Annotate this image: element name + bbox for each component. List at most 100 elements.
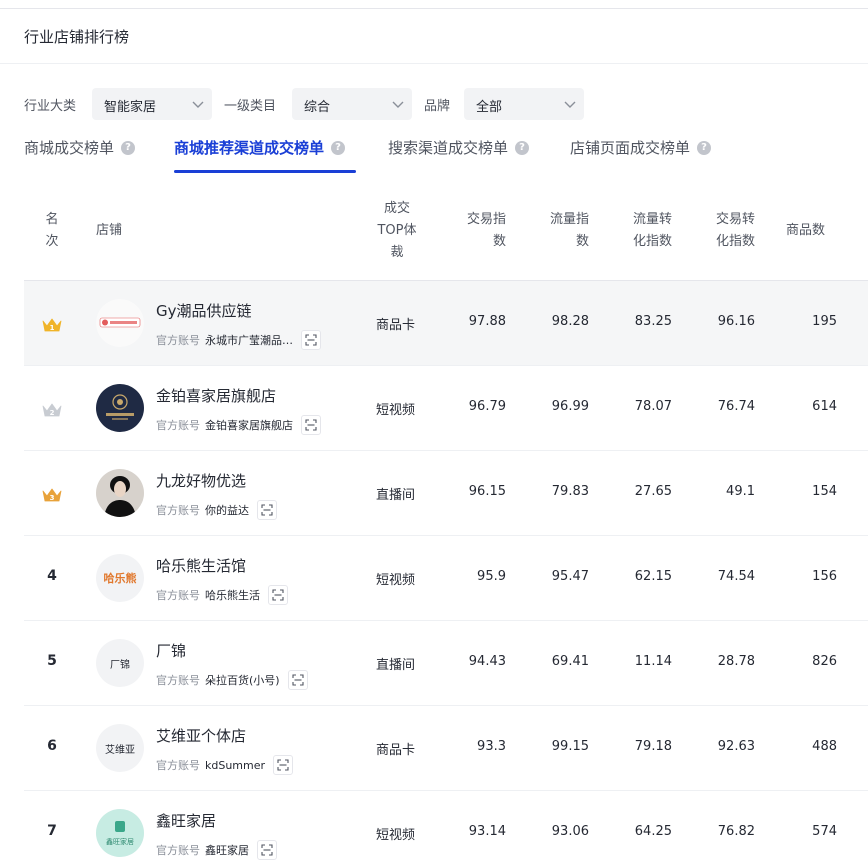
products-cell: 574 <box>812 824 837 839</box>
traffic-index-cell: 93.06 <box>551 824 589 839</box>
carrier-cell: 短视频 <box>376 828 416 843</box>
header-trade-conv-index[interactable]: 交易转 化指数 <box>685 209 755 253</box>
scan-qr-button[interactable] <box>301 330 321 350</box>
brand-select-value: 全部 <box>476 100 503 115</box>
tab-mall-recommend[interactable]: 商城推荐渠道成交榜单? <box>174 137 346 158</box>
scan-qr-button[interactable] <box>257 840 277 860</box>
products-cell: 154 <box>812 484 837 499</box>
shop-name[interactable]: 金铂喜家居旗舰店 <box>156 385 276 406</box>
carrier-cell: 短视频 <box>376 573 416 588</box>
chevron-down-icon <box>564 101 576 108</box>
account-name: 哈乐熊生活 <box>205 589 260 602</box>
rank-number: 4 <box>47 568 57 584</box>
header-carrier: 成交 TOP体裁 <box>377 201 417 260</box>
svg-text:2: 2 <box>50 409 55 417</box>
help-icon[interactable]: ? <box>697 140 712 155</box>
shop-account: 官方账号 朵拉百货(小号) <box>156 670 308 690</box>
header-traffic-index[interactable]: 流量指数 <box>519 209 589 253</box>
tab-label: 店铺页面成交榜单 <box>570 139 691 157</box>
shop-account: 官方账号 你的益达 <box>156 500 277 520</box>
carrier-cell: 商品卡 <box>376 743 416 758</box>
industry-select-value: 智能家居 <box>104 100 157 115</box>
scan-qr-button[interactable] <box>268 585 288 605</box>
table-row[interactable]: 5 厂锦 厂锦 官方账号 朵拉百货(小号) 直播间 94.43 69.41 11… <box>24 621 868 706</box>
scan-qr-button[interactable] <box>287 670 308 690</box>
carrier-cell: 短视频 <box>376 403 416 418</box>
shop-avatar[interactable] <box>96 469 144 517</box>
header-products[interactable]: 商品数 <box>786 220 825 242</box>
official-account-tag: 官方账号 <box>156 759 200 772</box>
traffic-index-cell: 98.28 <box>551 314 589 329</box>
table-row[interactable]: 1 Gy潮品供应链 官方账号 永城市广莹潮品… 商品卡 97.88 98.28 … <box>24 281 868 366</box>
shop-avatar[interactable]: 哈乐熊 <box>96 554 144 602</box>
shop-avatar[interactable]: 厂锦 <box>96 639 144 687</box>
shop-account: 官方账号 鑫旺家居 <box>156 840 277 860</box>
industry-select[interactable]: 智能家居 <box>92 88 212 120</box>
official-account-tag: 官方账号 <box>156 589 200 602</box>
shop-avatar[interactable]: 艾维亚 <box>96 724 144 772</box>
logo-text: 艾维亚 <box>105 744 135 756</box>
shop-name[interactable]: 哈乐熊生活馆 <box>156 555 246 576</box>
svg-text:3: 3 <box>50 494 55 502</box>
traffic-index-cell: 99.15 <box>551 739 589 754</box>
category-select-value: 综合 <box>304 100 331 115</box>
brand-filter-label: 品牌 <box>424 99 451 114</box>
scan-icon <box>292 674 304 686</box>
table-row[interactable]: 3 九龙好物优选 官方账号 你的益达 直播间 96.15 79.83 27.65… <box>24 451 868 536</box>
scan-icon <box>272 589 284 601</box>
shop-name[interactable]: 厂锦 <box>156 640 186 661</box>
products-cell: 614 <box>812 399 837 414</box>
table-row[interactable]: 7 鑫旺家居 鑫旺家居 官方账号 鑫旺家居 短视频 93.14 93.06 64… <box>24 791 868 861</box>
scan-qr-button[interactable] <box>301 415 321 435</box>
logo-text: 厂锦 <box>110 659 130 671</box>
account-name: 永城市广莹潮品… <box>205 334 293 347</box>
products-cell: 488 <box>812 739 837 754</box>
shop-name[interactable]: 九龙好物优选 <box>156 470 246 491</box>
trade-index-cell: 96.15 <box>468 484 506 499</box>
svg-text:1: 1 <box>50 324 55 332</box>
tab-shop-page[interactable]: 店铺页面成交榜单? <box>570 137 712 158</box>
trade-index-cell: 97.88 <box>468 314 506 329</box>
rank-crown-icon: 2 <box>42 403 62 417</box>
header-trade-index[interactable]: 交易指数 <box>436 209 506 253</box>
tab-mall-trade[interactable]: 商城成交榜单? <box>24 137 136 158</box>
help-icon[interactable]: ? <box>331 140 346 155</box>
shop-avatar[interactable] <box>96 384 144 432</box>
traffic-conv-cell: 78.07 <box>634 399 672 414</box>
tab-label: 商城成交榜单 <box>24 139 115 157</box>
table-row[interactable]: 4 哈乐熊 哈乐熊生活馆 官方账号 哈乐熊生活 短视频 95.9 95.47 6… <box>24 536 868 621</box>
trade-conv-cell: 96.16 <box>717 314 755 329</box>
scan-qr-button[interactable] <box>273 755 294 775</box>
chevron-down-icon <box>192 101 204 108</box>
official-account-tag: 官方账号 <box>156 504 200 517</box>
table-row[interactable]: 2 金铂喜家居旗舰店 官方账号 金铂喜家居旗舰店 短视频 96.79 96.99… <box>24 366 868 451</box>
scan-icon <box>305 334 317 346</box>
brand-select[interactable]: 全部 <box>464 88 584 120</box>
shop-avatar[interactable] <box>96 299 144 347</box>
traffic-index-cell: 96.99 <box>551 399 589 414</box>
scan-qr-button[interactable] <box>257 500 277 520</box>
header-traffic-conv-index[interactable]: 流量转 化指数 <box>602 209 672 253</box>
shop-account: 官方账号 哈乐熊生活 <box>156 585 288 605</box>
shop-name[interactable]: Gy潮品供应链 <box>156 300 252 321</box>
shop-name[interactable]: 鑫旺家居 <box>156 810 216 831</box>
traffic-conv-cell: 79.18 <box>634 739 672 754</box>
table-row[interactable]: 6 艾维亚 艾维亚个体店 官方账号 kdSummer 商品卡 93.3 99.1… <box>24 706 868 791</box>
rank-crown-icon: 1 <box>42 318 62 332</box>
help-icon[interactable]: ? <box>515 140 530 155</box>
traffic-conv-cell: 83.25 <box>634 314 672 329</box>
rank-number: 6 <box>47 738 57 754</box>
trade-conv-cell: 49.1 <box>726 484 755 499</box>
tab-search-channel[interactable]: 搜索渠道成交榜单? <box>388 137 530 158</box>
category-filter-label: 一级类目 <box>224 99 277 114</box>
active-tab-underline <box>174 170 356 173</box>
category-select[interactable]: 综合 <box>292 88 412 120</box>
page-title: 行业店铺排行榜 <box>24 28 130 46</box>
products-cell: 826 <box>812 654 837 669</box>
carrier-cell: 商品卡 <box>376 318 416 333</box>
rank-number: 5 <box>47 653 57 669</box>
shop-avatar[interactable]: 鑫旺家居 <box>96 809 144 857</box>
shop-name[interactable]: 艾维亚个体店 <box>156 725 246 746</box>
traffic-conv-cell: 27.65 <box>634 484 672 499</box>
help-icon[interactable]: ? <box>121 140 136 155</box>
